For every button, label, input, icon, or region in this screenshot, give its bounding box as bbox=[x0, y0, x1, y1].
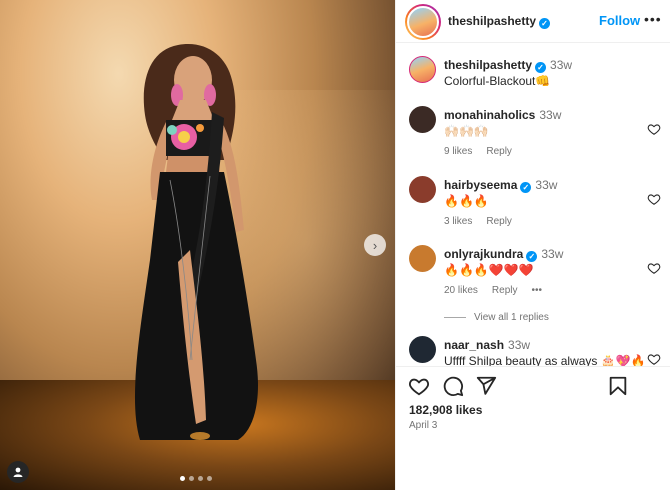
comment-text: 🔥🔥🔥 bbox=[444, 194, 489, 208]
comment-username[interactable]: monahinaholics 33w bbox=[444, 108, 561, 122]
comment-username[interactable]: onlyrajkundra ✓ 33w bbox=[444, 247, 563, 262]
author-username-text[interactable]: theshilpashetty bbox=[448, 14, 536, 28]
comment-likes[interactable]: 3 likes bbox=[444, 216, 472, 227]
comment-meta: 9 likes Reply bbox=[444, 146, 526, 157]
verified-badge-icon: ✓ bbox=[535, 62, 547, 73]
author-avatar-image bbox=[407, 6, 439, 38]
post-photo-figure bbox=[134, 44, 258, 440]
view-replies-button[interactable]: View all 1 replies bbox=[444, 312, 549, 323]
caption-time: 33w bbox=[550, 58, 573, 72]
comment-likes[interactable]: 20 likes bbox=[444, 285, 478, 296]
comment-username-text[interactable]: naar_nash bbox=[444, 338, 504, 352]
comment-avatar[interactable] bbox=[409, 245, 436, 272]
heart-icon[interactable] bbox=[408, 375, 430, 397]
author-username[interactable]: theshilpashetty ✓ bbox=[448, 14, 551, 29]
comment-avatar[interactable] bbox=[409, 176, 436, 203]
heart-icon[interactable] bbox=[647, 122, 661, 136]
likes-count[interactable]: 182,908 likes bbox=[409, 403, 482, 417]
user-tag-icon bbox=[13, 467, 23, 477]
comments-list[interactable]: theshilpashetty ✓ 33w Colorful-Blackout👊 m… bbox=[396, 44, 670, 366]
chevron-right-icon: › bbox=[372, 237, 378, 253]
comment-time: 33w bbox=[535, 178, 558, 192]
media-dot bbox=[180, 476, 185, 481]
verified-badge-icon: ✓ bbox=[520, 182, 532, 193]
replies-divider bbox=[444, 317, 466, 318]
post-media[interactable]: › bbox=[0, 0, 395, 490]
user-tag-button[interactable] bbox=[7, 461, 29, 483]
comment-time: 33w bbox=[508, 338, 531, 352]
comment-text: 🔥🔥🔥❤️❤️❤️ bbox=[444, 263, 534, 277]
comment-username-text[interactable]: onlyrajkundra bbox=[444, 247, 523, 261]
bookmark-icon[interactable] bbox=[607, 375, 629, 397]
reply-button[interactable]: Reply bbox=[492, 285, 518, 296]
heart-icon[interactable] bbox=[647, 352, 661, 366]
verified-badge-icon: ✓ bbox=[539, 18, 551, 29]
reply-button[interactable]: Reply bbox=[486, 146, 512, 157]
media-dot bbox=[189, 476, 194, 481]
caption-username[interactable]: theshilpashetty ✓ 33w bbox=[444, 58, 572, 73]
comment-time: 33w bbox=[541, 247, 564, 261]
post-details-panel: theshilpashetty ✓ Follow ••• theshilpashe… bbox=[395, 0, 670, 490]
post-header: theshilpashetty ✓ Follow ••• bbox=[396, 0, 670, 43]
caption-avatar[interactable] bbox=[409, 56, 436, 83]
heart-icon[interactable] bbox=[647, 261, 661, 275]
media-pagination bbox=[180, 476, 212, 481]
next-media-button[interactable]: › bbox=[364, 234, 386, 256]
reply-button[interactable]: Reply bbox=[486, 216, 512, 227]
media-dot bbox=[207, 476, 212, 481]
heart-icon[interactable] bbox=[647, 192, 661, 206]
comment-username[interactable]: hairbyseema ✓ 33w bbox=[444, 178, 557, 193]
caption-username-text[interactable]: theshilpashetty bbox=[444, 58, 532, 72]
author-avatar[interactable] bbox=[405, 4, 441, 40]
comment-more-button[interactable]: ••• bbox=[531, 285, 542, 296]
comment-text: 🙌🏻🙌🏻🙌🏻 bbox=[444, 124, 489, 138]
comment-icon[interactable] bbox=[442, 375, 464, 397]
caption-text: Colorful-Blackout👊 bbox=[444, 74, 551, 88]
post-actions: 182,908 likes April 3 bbox=[396, 366, 670, 490]
comment-username-text[interactable]: monahinaholics bbox=[444, 108, 535, 122]
comment-avatar[interactable] bbox=[409, 106, 436, 133]
share-icon[interactable] bbox=[475, 375, 497, 397]
comment-meta: 3 likes Reply bbox=[444, 216, 526, 227]
comment-username[interactable]: naar_nash 33w bbox=[444, 338, 530, 352]
more-options-button[interactable]: ••• bbox=[644, 11, 662, 27]
media-dot bbox=[198, 476, 203, 481]
comment-username-text[interactable]: hairbyseema bbox=[444, 178, 517, 192]
view-replies-text[interactable]: View all 1 replies bbox=[474, 312, 549, 323]
comment-text: Uffff Shilpa beauty as always 🎂💖🔥 bbox=[444, 354, 646, 366]
post-date[interactable]: April 3 bbox=[409, 420, 437, 431]
comment-likes[interactable]: 9 likes bbox=[444, 146, 472, 157]
verified-badge-icon: ✓ bbox=[526, 251, 538, 262]
comment-meta: 20 likes Reply ••• bbox=[444, 285, 556, 296]
comment-time: 33w bbox=[539, 108, 562, 122]
follow-button[interactable]: Follow bbox=[599, 13, 640, 28]
comment-avatar[interactable] bbox=[409, 336, 436, 363]
